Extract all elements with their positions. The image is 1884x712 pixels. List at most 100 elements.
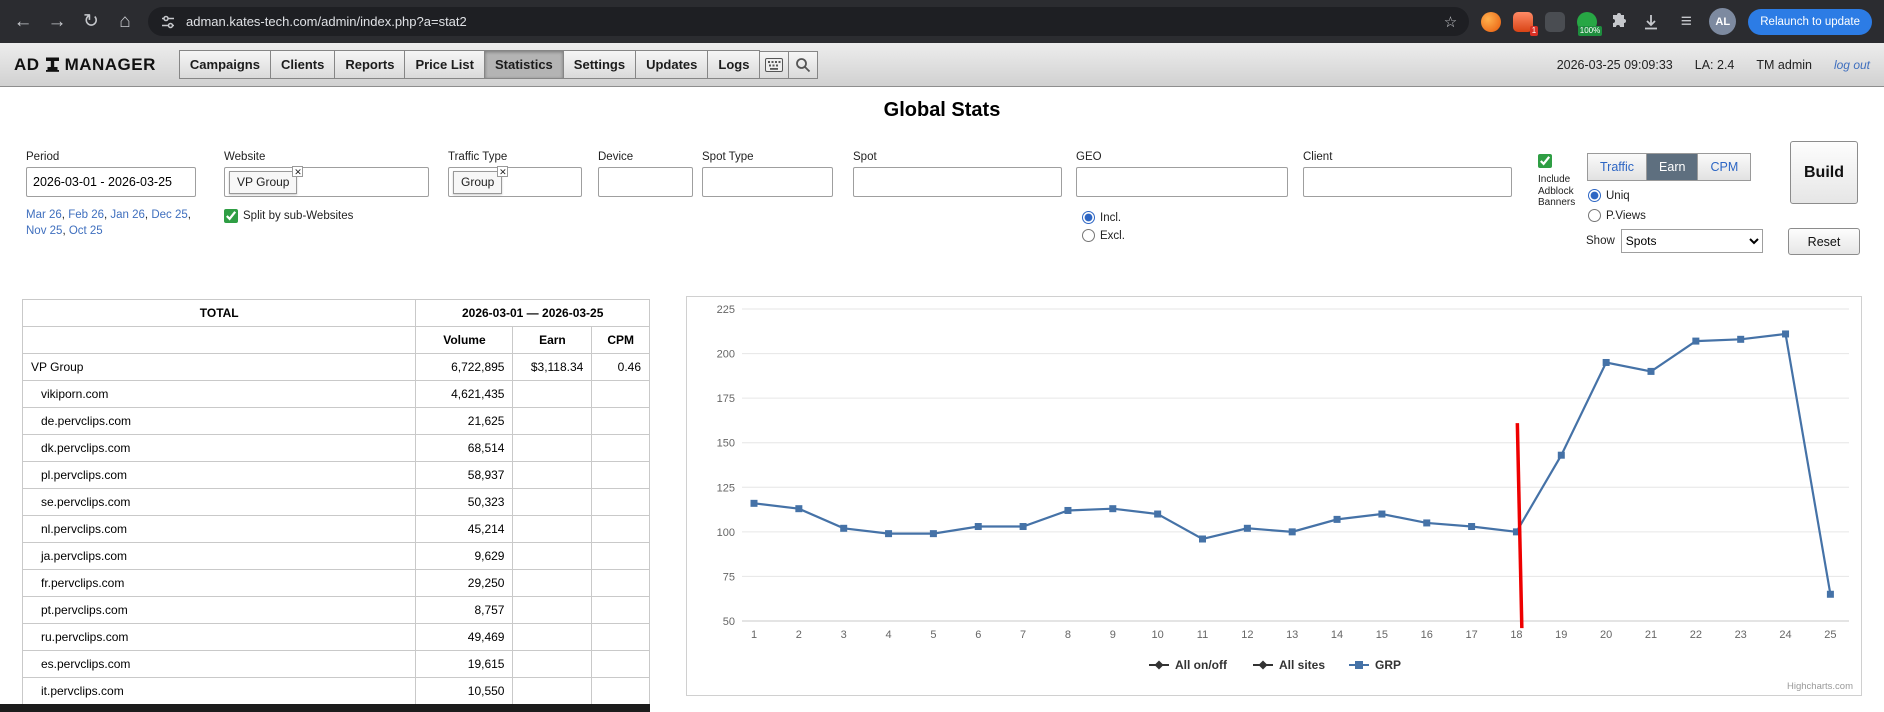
metric-tabs: TrafficEarnCPM	[1588, 153, 1751, 181]
bookmark-star-icon[interactable]: ☆	[1444, 13, 1457, 31]
metric-tab-earn[interactable]: Earn	[1646, 153, 1698, 181]
spot-type-input[interactable]	[702, 167, 833, 197]
geo-input[interactable]	[1076, 167, 1288, 197]
nav-item-reports[interactable]: Reports	[334, 50, 405, 79]
website-input[interactable]: VP Group ✕	[224, 167, 429, 197]
excl-radio[interactable]	[1082, 229, 1095, 242]
table-cell: de.pervclips.com	[23, 408, 416, 435]
table-cell: 50,323	[416, 489, 513, 516]
metric-tab-traffic[interactable]: Traffic	[1587, 153, 1647, 181]
table-cell	[513, 624, 592, 651]
show-select[interactable]: Spots	[1621, 229, 1763, 253]
series-marker	[1244, 525, 1251, 532]
reading-list-icon[interactable]: ≡	[1675, 11, 1697, 33]
period-preset-link[interactable]: Nov 25	[26, 225, 62, 237]
nav-item-updates[interactable]: Updates	[635, 50, 708, 79]
pviews-radio[interactable]	[1588, 209, 1601, 222]
series-marker	[1199, 535, 1206, 542]
home-icon[interactable]: ⌂	[114, 11, 136, 33]
legend-item-all-sites[interactable]: All sites	[1279, 658, 1325, 672]
back-icon[interactable]: ←	[12, 11, 34, 33]
downloads-icon[interactable]	[1641, 12, 1663, 32]
build-button[interactable]: Build	[1790, 141, 1858, 204]
nav-item-campaigns[interactable]: Campaigns	[179, 50, 271, 79]
metric-tab-cpm[interactable]: CPM	[1697, 153, 1751, 181]
table-row: it.pervclips.com10,550	[23, 678, 650, 705]
x-tick-label: 15	[1376, 629, 1388, 641]
period-preset-link[interactable]: Jan 26	[110, 209, 145, 221]
red-annotation-line	[1517, 423, 1521, 628]
geo-excl-row: Excl.	[1082, 229, 1288, 242]
table-cell	[513, 597, 592, 624]
extension-icon-3[interactable]	[1545, 12, 1565, 32]
site-settings-icon[interactable]	[160, 14, 176, 30]
nav-item-logs[interactable]: Logs	[707, 50, 760, 79]
spot-input[interactable]	[853, 167, 1062, 197]
reload-icon[interactable]: ↻	[80, 10, 102, 33]
relaunch-button[interactable]: Relaunch to update	[1748, 9, 1872, 35]
client-input[interactable]	[1303, 167, 1512, 197]
series-marker	[1334, 516, 1341, 523]
extensions-puzzle-icon[interactable]	[1609, 12, 1629, 32]
search-button[interactable]	[788, 51, 818, 79]
forward-icon[interactable]: →	[46, 11, 68, 33]
table-cell	[592, 489, 650, 516]
period-preset-link[interactable]: Feb 26	[68, 209, 104, 221]
table-cell	[592, 462, 650, 489]
profile-avatar[interactable]: AL	[1709, 8, 1736, 35]
extension-icon-2[interactable]: 1	[1513, 12, 1533, 32]
remove-website-tag-icon[interactable]: ✕	[292, 166, 303, 177]
nav-item-clients[interactable]: Clients	[270, 50, 335, 79]
table-row: fr.pervclips.com29,250	[23, 570, 650, 597]
device-input[interactable]	[598, 167, 693, 197]
table-cell	[513, 435, 592, 462]
period-preset-link[interactable]: Oct 25	[69, 225, 103, 237]
series-marker	[1064, 507, 1071, 514]
show-label: Show	[1586, 235, 1615, 247]
nav-item-price-list[interactable]: Price List	[404, 50, 485, 79]
reset-button[interactable]: Reset	[1788, 228, 1860, 255]
legend-diamond-icon	[1155, 661, 1164, 670]
extension-icon-1[interactable]	[1481, 12, 1501, 32]
table-cell: vikiporn.com	[23, 381, 416, 408]
extension-icon-4[interactable]: 100%	[1577, 12, 1597, 32]
nav-item-settings[interactable]: Settings	[563, 50, 636, 79]
adblock-filter: Include Adblock Banners	[1538, 154, 1592, 209]
adman-logo: AD MANAGER	[14, 55, 156, 75]
adblock-checkbox[interactable]	[1538, 154, 1552, 168]
x-tick-label: 8	[1065, 629, 1071, 641]
address-bar[interactable]: adman.kates-tech.com/admin/index.php?a=s…	[148, 7, 1469, 36]
period-input[interactable]	[26, 167, 196, 197]
table-cell	[592, 435, 650, 462]
page-title: Global Stats	[0, 99, 1884, 123]
table-cell: dk.pervclips.com	[23, 435, 416, 462]
uniq-label: Uniq	[1606, 190, 1630, 202]
legend-item-grp[interactable]: GRP	[1375, 658, 1401, 672]
url-text[interactable]: adman.kates-tech.com/admin/index.php?a=s…	[186, 14, 1434, 29]
table-cell	[513, 516, 592, 543]
table-cell: ja.pervclips.com	[23, 543, 416, 570]
uniq-radio[interactable]	[1588, 189, 1601, 202]
x-tick-label: 14	[1331, 629, 1343, 641]
logout-link[interactable]: log out	[1834, 58, 1870, 72]
console-button[interactable]	[759, 51, 789, 79]
table-cell: 0.46	[592, 354, 650, 381]
table-cell: 58,937	[416, 462, 513, 489]
series-marker	[1603, 359, 1610, 366]
incl-radio[interactable]	[1082, 211, 1095, 224]
split-subwebsites-checkbox[interactable]	[224, 209, 238, 223]
series-marker	[1692, 338, 1699, 345]
period-preset-link[interactable]: Mar 26	[26, 209, 62, 221]
series-marker	[1378, 511, 1385, 518]
x-tick-label: 3	[841, 629, 847, 641]
period-preset-link[interactable]: Dec 25	[151, 209, 187, 221]
grp-series-line[interactable]	[754, 334, 1830, 594]
table-cell: pt.pervclips.com	[23, 597, 416, 624]
traffic-type-input[interactable]: Group ✕	[448, 167, 582, 197]
remove-traffic-type-tag-icon[interactable]: ✕	[497, 166, 508, 177]
x-tick-label: 23	[1735, 629, 1747, 641]
table-cutoff-row	[0, 704, 650, 712]
website-tag: VP Group ✕	[229, 171, 297, 194]
legend-item-all-on-off[interactable]: All on/off	[1175, 658, 1228, 672]
nav-item-statistics[interactable]: Statistics	[484, 50, 564, 79]
